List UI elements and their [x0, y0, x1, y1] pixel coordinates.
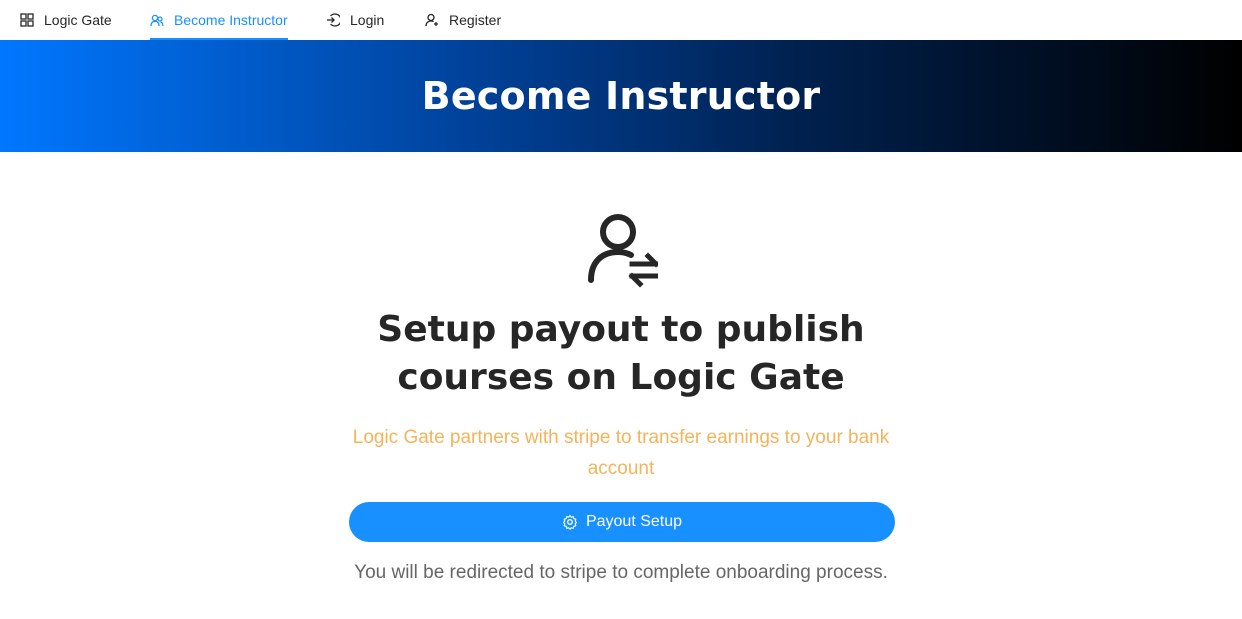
heading-line-1: Setup payout to publish [377, 309, 865, 350]
nav-item-login[interactable]: Login [326, 0, 384, 40]
page-title: Become Instructor [421, 74, 821, 118]
login-icon [327, 13, 340, 27]
heading-line-2: courses on Logic Gate [397, 357, 845, 398]
setting-icon [562, 514, 578, 530]
setup-payout-heading: Setup payout to publish courses on Logic… [321, 306, 921, 402]
nav-label: Login [350, 12, 385, 28]
app-grid-icon [20, 13, 34, 27]
nav-label: Become Instructor [174, 12, 288, 28]
stripe-partner-text: Logic Gate partners with stripe to trans… [352, 427, 890, 479]
payout-setup-label: Payout Setup [585, 513, 683, 530]
hero-banner: Become Instructor [0, 40, 1242, 152]
redirect-note: You will be redirected to stripe to comp… [354, 562, 888, 583]
user-switch-icon [588, 214, 658, 288]
nav-label: Register [449, 12, 502, 28]
nav-item-become-instructor[interactable]: Become Instructor [150, 0, 288, 40]
nav-item-logic-gate[interactable]: Logic Gate [20, 0, 112, 40]
nav-label: Logic Gate [44, 12, 112, 28]
team-icon [150, 14, 164, 27]
user-add-icon [425, 13, 438, 27]
top-navbar: Logic Gate Become Instructor Login Regis… [0, 0, 1242, 40]
nav-item-register[interactable]: Register [425, 0, 501, 40]
payout-setup-button[interactable]: Payout Setup [349, 502, 895, 542]
